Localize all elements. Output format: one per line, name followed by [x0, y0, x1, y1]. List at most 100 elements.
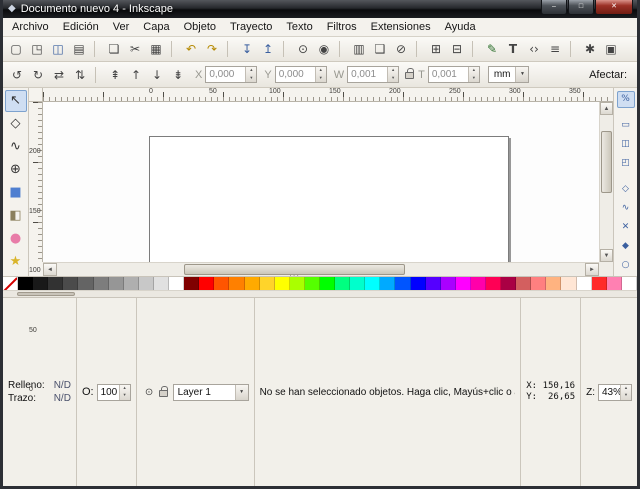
- snap-bbox-button[interactable]: ▭: [617, 117, 635, 134]
- swatch-c8c8c8[interactable]: [139, 277, 154, 290]
- snap-intersection-button[interactable]: ✕: [617, 219, 635, 236]
- swatch-969696[interactable]: [109, 277, 124, 290]
- text-dialog-button[interactable]: T: [503, 39, 523, 59]
- opacity-input[interactable]: 100 ▲▼: [97, 384, 131, 401]
- swatch-646464[interactable]: [78, 277, 93, 290]
- swatch-ff0000[interactable]: [199, 277, 214, 290]
- swatch-ff8000[interactable]: [229, 277, 244, 290]
- swatch-e1e1e1[interactable]: [154, 277, 169, 290]
- swatch-ffffff[interactable]: [577, 277, 592, 290]
- fill-stroke-dialog-button[interactable]: ✎: [482, 39, 502, 59]
- spinner-arrows[interactable]: ▲▼: [245, 67, 256, 82]
- menu-trayecto[interactable]: Trayecto: [223, 18, 279, 36]
- swatch-ff2a2a[interactable]: [592, 277, 607, 290]
- xml-editor-button[interactable]: ‹›: [524, 39, 544, 59]
- swatch-7d7d7d[interactable]: [94, 277, 109, 290]
- zoom-drawing-button[interactable]: ⊙: [293, 39, 313, 59]
- stroke-value[interactable]: N/D: [54, 393, 71, 404]
- snap-bbox-edge-button[interactable]: ◫: [617, 136, 635, 153]
- tweak-tool[interactable]: ∿: [5, 136, 27, 158]
- swatch-ffaa00[interactable]: [245, 277, 260, 290]
- import-button[interactable]: ↧: [237, 39, 257, 59]
- horizontal-ruler[interactable]: 050100150200250300350: [43, 88, 613, 102]
- palette-scrollbar[interactable]: [3, 290, 637, 297]
- swatch-0000ff[interactable]: [411, 277, 426, 290]
- rotate-90-cw-button[interactable]: ↻: [28, 65, 48, 85]
- vertical-scrollbar[interactable]: ▲ ▼: [599, 102, 613, 262]
- swatch-00aaff[interactable]: [380, 277, 395, 290]
- box3d-tool[interactable]: ◧: [5, 205, 27, 227]
- save-document-button[interactable]: ◫: [48, 39, 68, 59]
- layer-select[interactable]: Layer 1 ▼: [173, 384, 249, 401]
- document-page[interactable]: [149, 136, 509, 262]
- scrollbar-handle[interactable]: [17, 292, 75, 296]
- swatch-ffe6d5[interactable]: [561, 277, 576, 290]
- swatch-aa00ff[interactable]: [441, 277, 456, 290]
- snap-cusp-node-button[interactable]: ◆: [617, 238, 635, 255]
- scroll-up-button[interactable]: ▲: [600, 102, 613, 115]
- swatch-ff0055[interactable]: [486, 277, 501, 290]
- swatch-ffffff[interactable]: [169, 277, 184, 290]
- rectangle-tool[interactable]: ■: [5, 182, 27, 204]
- spinner-arrows[interactable]: ▲▼: [119, 385, 130, 400]
- swatch-323232[interactable]: [48, 277, 63, 290]
- zoom-page-button[interactable]: ◉: [314, 39, 334, 59]
- vertical-ruler[interactable]: 200150100500: [29, 102, 43, 262]
- scrollbar-track[interactable]: [600, 115, 613, 249]
- zoom-tool[interactable]: ⊕: [5, 159, 27, 181]
- swatch-00ff80[interactable]: [335, 277, 350, 290]
- menu-capa[interactable]: Capa: [136, 18, 176, 36]
- ungroup-button[interactable]: ⊟: [447, 39, 467, 59]
- close-button[interactable]: ✕: [595, 0, 633, 15]
- canvas[interactable]: [43, 102, 599, 262]
- swatch-ff00ff[interactable]: [456, 277, 471, 290]
- swatch-4b4b4b[interactable]: [63, 277, 78, 290]
- snap-enable-button[interactable]: %: [617, 91, 635, 108]
- flip-vertical-button[interactable]: ⇅: [70, 65, 90, 85]
- swatch-ff00aa[interactable]: [471, 277, 486, 290]
- layer-lock-icon[interactable]: [159, 390, 168, 397]
- height-input[interactable]: 0,001 ▲▼: [428, 66, 480, 83]
- unit-select[interactable]: mm ▼: [488, 66, 530, 83]
- fill-value[interactable]: N/D: [54, 380, 71, 391]
- swatch-ffd42a[interactable]: [260, 277, 275, 290]
- selector-tool[interactable]: ↖: [5, 90, 27, 112]
- menu-extensiones[interactable]: Extensiones: [364, 18, 438, 36]
- title-bar[interactable]: ◆ Documento nuevo 4 - Inkscape – □ ✕: [3, 0, 637, 18]
- spinner-arrows[interactable]: ▲▼: [468, 67, 479, 82]
- swatch-191919[interactable]: [33, 277, 48, 290]
- scrollbar-handle[interactable]: [601, 131, 612, 193]
- undo-button[interactable]: ↶: [181, 39, 201, 59]
- duplicate-button[interactable]: ▥: [349, 39, 369, 59]
- y-input[interactable]: 0,000 ▲▼: [275, 66, 327, 83]
- scrollbar-track[interactable]: ···: [57, 263, 585, 276]
- node-tool[interactable]: ◇: [5, 113, 27, 135]
- spinner-arrows[interactable]: ▲▼: [315, 67, 326, 82]
- swatch-none[interactable]: [3, 277, 18, 290]
- swatch-ffffff[interactable]: [622, 277, 637, 290]
- scroll-left-button[interactable]: ◄: [43, 263, 57, 276]
- swatch-55ff00[interactable]: [305, 277, 320, 290]
- swatch-ff8080[interactable]: [531, 277, 546, 290]
- lock-ratio-icon[interactable]: [405, 72, 414, 79]
- copy-button[interactable]: ❏: [104, 39, 124, 59]
- menu-ver[interactable]: Ver: [106, 18, 137, 36]
- new-document-button[interactable]: ▢: [6, 39, 26, 59]
- raise-button[interactable]: ↑: [126, 65, 146, 85]
- layer-visibility-eye-icon[interactable]: ⊙: [142, 384, 157, 400]
- menu-edicion[interactable]: Edición: [56, 18, 106, 36]
- unlink-clone-button[interactable]: ⊘: [391, 39, 411, 59]
- minimize-button[interactable]: –: [541, 0, 567, 15]
- spinner-arrows[interactable]: ▲▼: [387, 67, 398, 82]
- horizontal-scrollbar[interactable]: ◄ ··· ►: [43, 262, 599, 276]
- lower-to-bottom-button[interactable]: ⇟: [168, 65, 188, 85]
- open-document-button[interactable]: ◳: [27, 39, 47, 59]
- swatch-00ffff[interactable]: [365, 277, 380, 290]
- swatch-d35f5f[interactable]: [516, 277, 531, 290]
- rotate-90-ccw-button[interactable]: ↺: [7, 65, 27, 85]
- swatch-00ff00[interactable]: [320, 277, 335, 290]
- snap-smooth-node-button[interactable]: ○: [617, 257, 635, 274]
- width-input[interactable]: 0,001 ▲▼: [347, 66, 399, 83]
- scroll-right-button[interactable]: ►: [585, 263, 599, 276]
- raise-to-top-button[interactable]: ⇞: [105, 65, 125, 85]
